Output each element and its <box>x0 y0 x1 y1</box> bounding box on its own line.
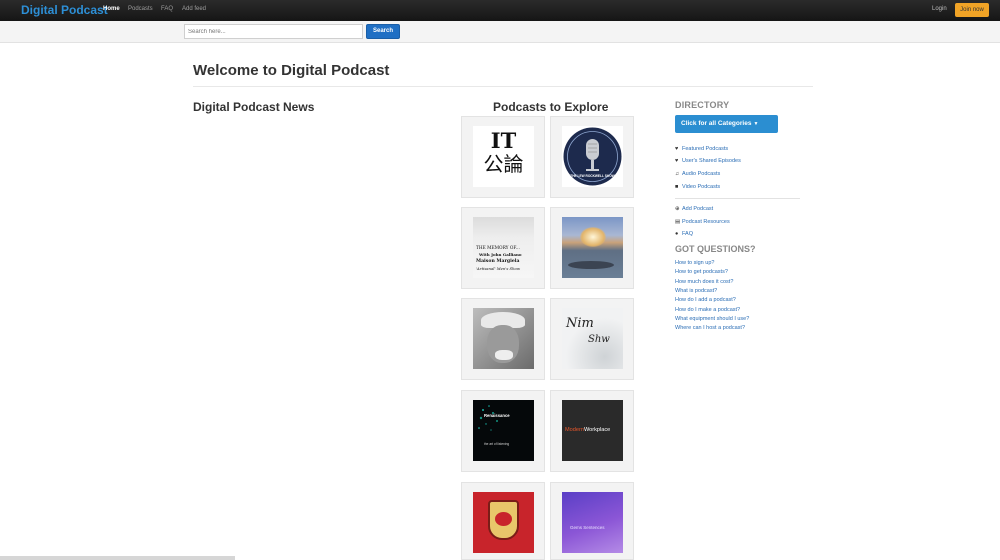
book-icon: ▤ <box>675 219 681 225</box>
sidebar-link-label: Podcast Resources <box>682 219 730 225</box>
podcast-tile[interactable]: Gems Sentences <box>550 482 634 560</box>
sidebar-divider <box>675 198 800 199</box>
categories-button-label: Click for all Categories <box>681 120 752 127</box>
artwork-text: the art of listening <box>484 442 510 446</box>
question-link[interactable]: How do I make a podcast? <box>675 307 740 313</box>
podcast-artwork[interactable]: THE LEW ROCKWELL SHOW <box>562 126 623 187</box>
top-navbar: Digital Podcast Home Podcasts FAQ Add fe… <box>0 0 1000 21</box>
podcast-tile[interactable]: THE LEW ROCKWELL SHOW <box>550 116 634 198</box>
search-input[interactable] <box>184 24 363 39</box>
join-now-button[interactable]: Join now <box>955 3 989 17</box>
artwork-text: 公論 <box>483 152 524 176</box>
categories-dropdown-button[interactable]: Click for all Categories ▼ <box>675 115 778 133</box>
sidebar-link-add-podcast[interactable]: ⊕ Add Podcast <box>675 206 713 212</box>
podcast-artwork[interactable] <box>562 217 623 278</box>
artwork-text: 'Artisanal' Men's Show <box>476 266 521 271</box>
news-heading: Digital Podcast News <box>193 100 315 114</box>
sidebar-link-label: Add Podcast <box>682 206 714 212</box>
podcast-artwork[interactable]: IT 公論 <box>473 126 534 187</box>
headphones-icon: ♫ <box>675 171 680 177</box>
sidebar-link-label: Video Podcasts <box>682 184 721 190</box>
podcast-artwork[interactable] <box>473 308 534 369</box>
question-link[interactable]: How to sign up? <box>675 260 714 266</box>
artwork-text: Shw <box>588 334 610 345</box>
artwork-text: IT <box>490 128 517 153</box>
artwork-text: Nim <box>566 316 594 331</box>
artwork-text-modern: Modern <box>565 427 584 433</box>
chevron-down-icon: ▼ <box>753 121 759 127</box>
heart-icon: ♥ <box>675 146 679 152</box>
sidebar-link-label: Audio Podcasts <box>682 171 721 177</box>
sidebar-link-label: Featured Podcasts <box>682 146 729 152</box>
artwork-text: THE LEW ROCKWELL SHOW <box>570 174 615 178</box>
search-button[interactable]: Search <box>366 24 400 39</box>
podcast-artwork[interactable]: ModernWorkplace <box>562 400 623 461</box>
horizontal-scrollbar[interactable] <box>0 556 235 560</box>
question-link[interactable]: What equipment should I use? <box>675 316 749 322</box>
podcast-tile[interactable] <box>461 482 545 560</box>
artwork-text: Renaissance <box>484 413 510 418</box>
heart-icon: ♥ <box>675 158 679 164</box>
login-link[interactable]: Login <box>932 6 947 12</box>
artwork-text: Gems Sentences <box>570 525 605 530</box>
page-title: Welcome to Digital Podcast <box>193 62 390 79</box>
sidebar-link-audio[interactable]: ♫ Audio Podcasts <box>675 171 720 177</box>
podcast-artwork[interactable]: Gems Sentences <box>562 492 623 553</box>
brand-logo[interactable]: Digital Podcast <box>21 3 108 17</box>
sidebar-link-featured[interactable]: ♥ Featured Podcasts <box>675 146 728 152</box>
divider <box>193 86 813 87</box>
nav-home[interactable]: Home <box>103 6 120 12</box>
podcast-tile[interactable]: Nim Shw <box>550 298 634 380</box>
particles-graphic <box>478 405 498 431</box>
podcast-artwork[interactable]: Renaissance the art of listening <box>473 400 534 461</box>
podcast-tile[interactable]: ModernWorkplace <box>550 390 634 472</box>
sidebar-link-label: User's Shared Episodes <box>682 158 741 164</box>
artwork-text-workplace: Workplace <box>583 427 611 433</box>
sidebar-link-faq[interactable]: ● FAQ <box>675 231 693 237</box>
artwork-text: THE MEMORY OF... <box>476 246 520 251</box>
podcast-tile[interactable]: Renaissance the art of listening <box>461 390 545 472</box>
video-icon: ■ <box>675 184 679 190</box>
artwork-badge <box>495 512 512 526</box>
question-circle-icon: ● <box>675 231 679 237</box>
directory-heading: DIRECTORY <box>675 100 730 110</box>
plus-circle-icon: ⊕ <box>675 206 680 212</box>
artwork-photo <box>495 350 513 360</box>
nav-podcasts[interactable]: Podcasts <box>128 6 153 12</box>
artwork-text: With John Galliano <box>479 252 522 257</box>
sidebar-link-label: FAQ <box>682 231 694 237</box>
question-link[interactable]: What is podcast? <box>675 288 717 294</box>
artwork-photo <box>568 261 614 269</box>
question-link[interactable]: How do I add a podcast? <box>675 297 736 303</box>
question-link[interactable]: How much does it cost? <box>675 279 733 285</box>
podcast-tile[interactable] <box>461 298 545 380</box>
question-link[interactable]: How to get podcasts? <box>675 269 728 275</box>
podcast-tile[interactable]: IT 公論 <box>461 116 545 198</box>
sidebar-link-resources[interactable]: ▤ Podcast Resources <box>675 219 730 225</box>
nav-faq[interactable]: FAQ <box>161 6 173 12</box>
podcast-tile[interactable] <box>550 207 634 289</box>
question-link[interactable]: Where can I host a podcast? <box>675 325 745 331</box>
podcast-artwork[interactable]: Nim Shw <box>562 308 623 369</box>
sidebar-link-video[interactable]: ■ Video Podcasts <box>675 184 720 190</box>
podcast-tile[interactable]: THE MEMORY OF... With John Galliano Mais… <box>461 207 545 289</box>
explore-heading: Podcasts to Explore <box>493 100 609 114</box>
search-bar: Search <box>0 21 1000 43</box>
artwork-photo <box>580 227 606 247</box>
questions-heading: GOT QUESTIONS? <box>675 244 756 254</box>
artwork-text: Maison Margiela <box>476 259 520 264</box>
artwork-text: ModernWorkplace <box>565 427 610 433</box>
podcast-artwork[interactable]: THE MEMORY OF... With John Galliano Mais… <box>473 217 534 278</box>
nav-add-feed[interactable]: Add feed <box>182 6 206 12</box>
podcast-artwork[interactable] <box>473 492 534 553</box>
sidebar-link-shared-episodes[interactable]: ♥ User's Shared Episodes <box>675 158 741 164</box>
